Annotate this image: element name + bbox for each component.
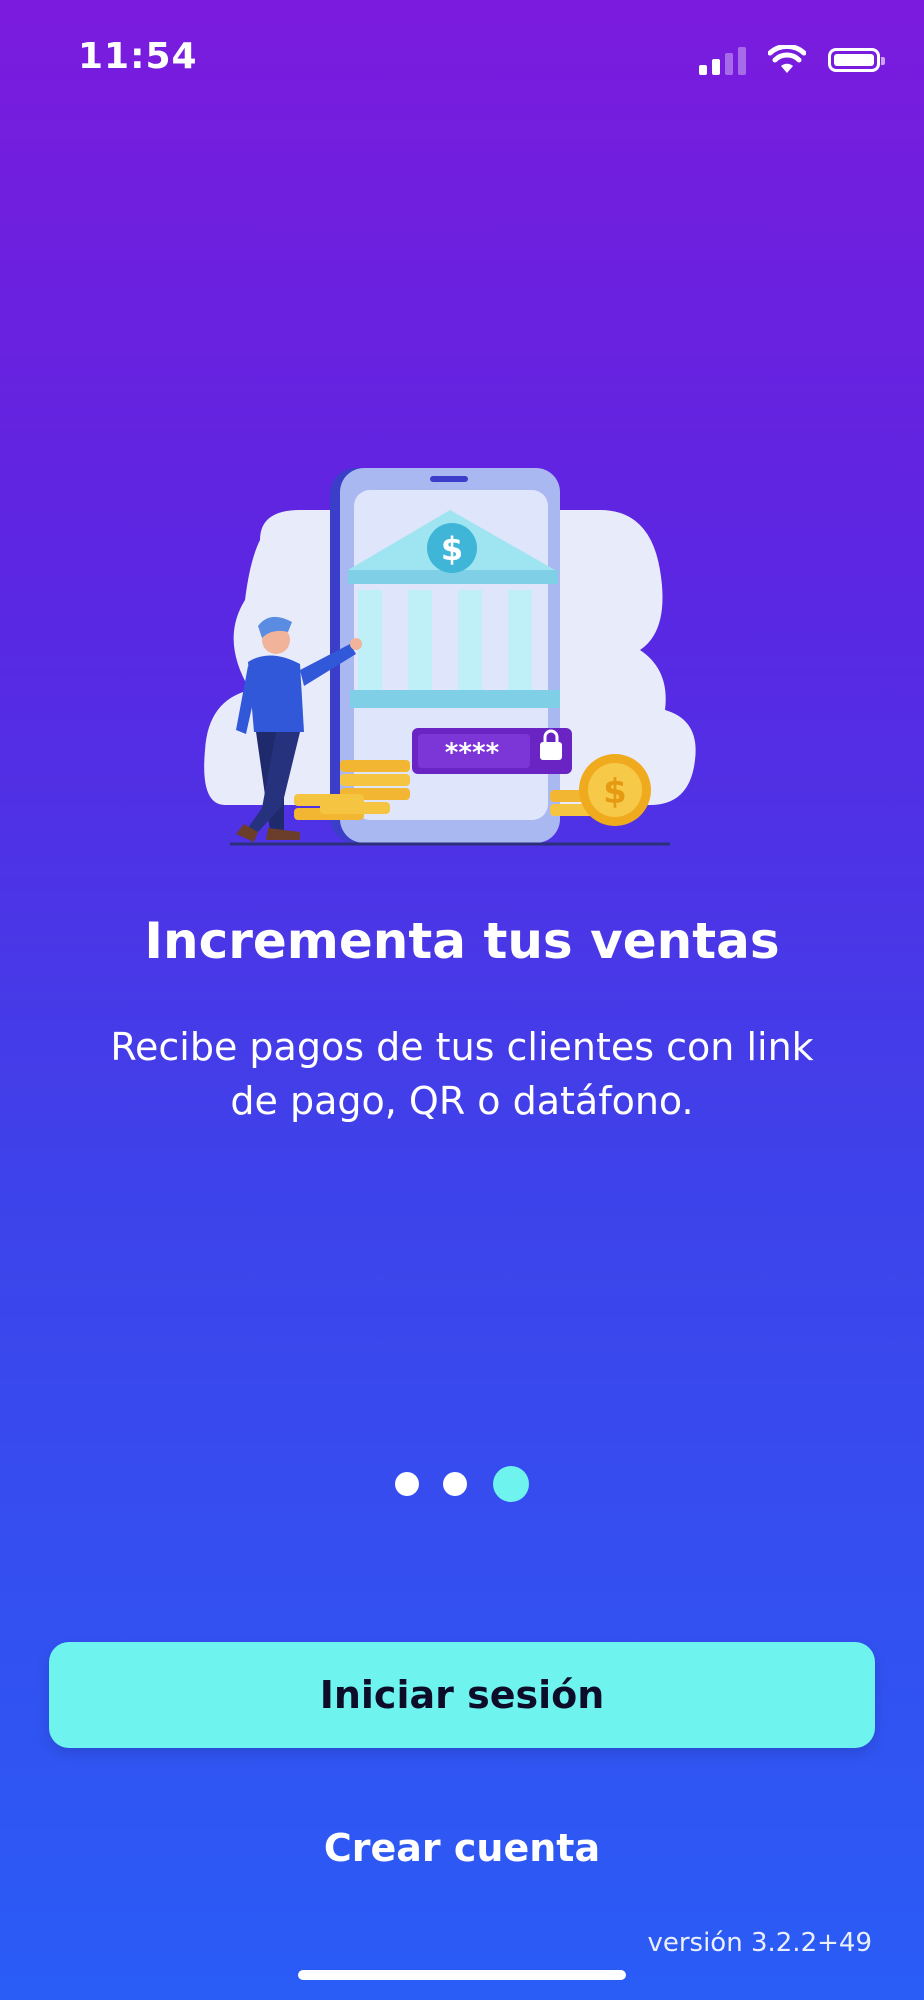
- wifi-icon: [768, 45, 806, 73]
- page-dot-2[interactable]: [443, 1472, 467, 1496]
- login-button[interactable]: Iniciar sesión: [49, 1642, 875, 1748]
- status-icons: [699, 40, 885, 80]
- page-dot-3-active[interactable]: [493, 1466, 529, 1502]
- status-bar: 11:54: [0, 0, 924, 120]
- app-version: versión 3.2.2+49: [647, 1928, 872, 1958]
- svg-text:$: $: [603, 772, 627, 812]
- onboarding-subtitle: Recibe pagos de tus clientes con link de…: [110, 1025, 814, 1123]
- page-indicator: [0, 1466, 924, 1502]
- create-account-button[interactable]: Crear cuenta: [0, 1826, 924, 1870]
- status-time: 11:54: [78, 36, 198, 77]
- onboarding-title: Incrementa tus ventas: [144, 912, 780, 970]
- page-dot-1[interactable]: [395, 1472, 419, 1496]
- svg-text:$: $: [441, 530, 463, 568]
- password-mask: ****: [445, 738, 500, 768]
- battery-icon: [828, 48, 885, 72]
- cellular-signal-icon: [699, 45, 746, 75]
- home-indicator[interactable]: [298, 1970, 626, 1980]
- bank-payment-illustration: $ **** $: [204, 468, 696, 846]
